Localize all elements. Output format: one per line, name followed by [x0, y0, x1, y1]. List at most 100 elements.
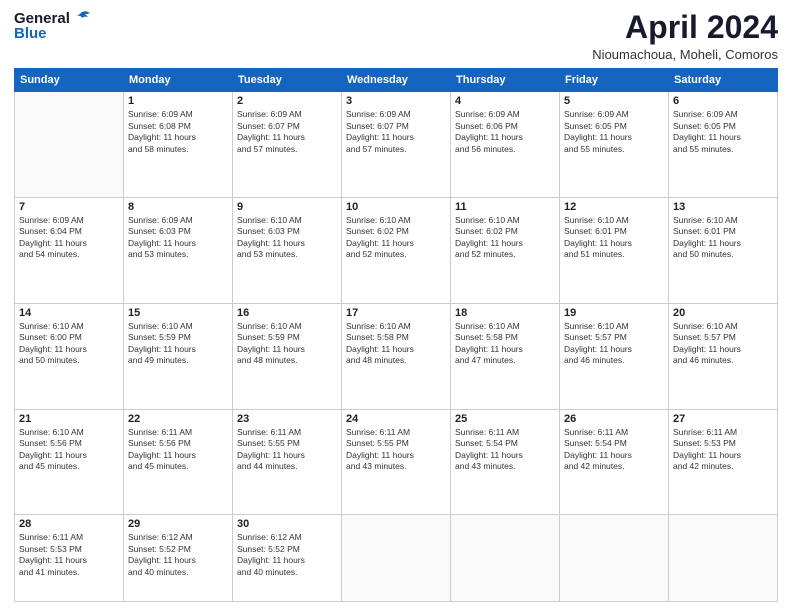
day-number: 22 [128, 413, 228, 425]
day-number: 11 [455, 201, 555, 213]
day-info: Sunrise: 6:12 AMSunset: 5:52 PMDaylight:… [237, 532, 337, 578]
day-info: Sunrise: 6:10 AMSunset: 6:02 PMDaylight:… [346, 215, 446, 261]
table-row [15, 92, 124, 198]
day-info: Sunrise: 6:11 AMSunset: 5:53 PMDaylight:… [673, 427, 773, 473]
table-row: 17 Sunrise: 6:10 AMSunset: 5:58 PMDayligh… [342, 303, 451, 409]
calendar-page: General Blue April 2024 Nioumachoua, Moh… [0, 0, 792, 612]
day-info: Sunrise: 6:09 AMSunset: 6:04 PMDaylight:… [19, 215, 119, 261]
table-row: 30 Sunrise: 6:12 AMSunset: 5:52 PMDayligh… [233, 515, 342, 602]
table-row: 4 Sunrise: 6:09 AMSunset: 6:06 PMDaylight… [451, 92, 560, 198]
header-monday: Monday [124, 69, 233, 92]
calendar-week-row: 14 Sunrise: 6:10 AMSunset: 6:00 PMDayligh… [15, 303, 778, 409]
day-number: 24 [346, 413, 446, 425]
day-info: Sunrise: 6:10 AMSunset: 6:03 PMDaylight:… [237, 215, 337, 261]
table-row: 6Sunrise: 6:09 AMSunset: 6:05 PMDaylight… [669, 92, 778, 198]
day-number: 5 [564, 95, 664, 107]
table-row: 10 Sunrise: 6:10 AMSunset: 6:02 PMDayligh… [342, 197, 451, 303]
day-number: 10 [346, 201, 446, 213]
day-info: Sunrise: 6:12 AMSunset: 5:52 PMDaylight:… [128, 532, 228, 578]
day-info: Sunrise: 6:11 AMSunset: 5:54 PMDaylight:… [564, 427, 664, 473]
header-friday: Friday [560, 69, 669, 92]
header-thursday: Thursday [451, 69, 560, 92]
table-row: 3Sunrise: 6:09 AMSunset: 6:07 PMDaylight… [342, 92, 451, 198]
day-info: Sunrise: 6:10 AMSunset: 6:01 PMDaylight:… [673, 215, 773, 261]
table-row: 29 Sunrise: 6:12 AMSunset: 5:52 PMDayligh… [124, 515, 233, 602]
logo: General Blue [14, 10, 92, 42]
logo-bird-icon [72, 10, 92, 26]
table-row: 9 Sunrise: 6:10 AMSunset: 6:03 PMDaylight… [233, 197, 342, 303]
table-row: 28 Sunrise: 6:11 AMSunset: 5:53 PMDayligh… [15, 515, 124, 602]
table-row: 11 Sunrise: 6:10 AMSunset: 6:02 PMDayligh… [451, 197, 560, 303]
header-tuesday: Tuesday [233, 69, 342, 92]
table-row: 14 Sunrise: 6:10 AMSunset: 6:00 PMDayligh… [15, 303, 124, 409]
day-number: 3 [346, 95, 446, 107]
day-number: 8 [128, 201, 228, 213]
day-number: 19 [564, 307, 664, 319]
day-info: Sunrise: 6:10 AMSunset: 6:01 PMDaylight:… [564, 215, 664, 261]
day-number: 17 [346, 307, 446, 319]
calendar-week-row: 21Sunrise: 6:10 AMSunset: 5:56 PMDayligh… [15, 409, 778, 515]
day-number: 1 [128, 95, 228, 107]
table-row: 12 Sunrise: 6:10 AMSunset: 6:01 PMDayligh… [560, 197, 669, 303]
calendar-week-row: 28 Sunrise: 6:11 AMSunset: 5:53 PMDayligh… [15, 515, 778, 602]
day-number: 28 [19, 518, 119, 530]
location: Nioumachoua, Moheli, Comoros [592, 47, 778, 62]
day-number: 2 [237, 95, 337, 107]
day-number: 20 [673, 307, 773, 319]
table-row: 26Sunrise: 6:11 AMSunset: 5:54 PMDayligh… [560, 409, 669, 515]
day-number: 21 [19, 413, 119, 425]
month-title: April 2024 [592, 10, 778, 45]
day-info: Sunrise: 6:11 AMSunset: 5:56 PMDaylight:… [128, 427, 228, 473]
calendar-week-row: 7Sunrise: 6:09 AMSunset: 6:04 PMDaylight… [15, 197, 778, 303]
day-info: Sunrise: 6:11 AMSunset: 5:54 PMDaylight:… [455, 427, 555, 473]
table-row [669, 515, 778, 602]
table-row: 13 Sunrise: 6:10 AMSunset: 6:01 PMDayligh… [669, 197, 778, 303]
day-number: 6 [673, 95, 773, 107]
header-sunday: Sunday [15, 69, 124, 92]
day-number: 4 [455, 95, 555, 107]
table-row: 21Sunrise: 6:10 AMSunset: 5:56 PMDayligh… [15, 409, 124, 515]
day-info: Sunrise: 6:10 AMSunset: 5:58 PMDaylight:… [346, 321, 446, 367]
table-row: 25Sunrise: 6:11 AMSunset: 5:54 PMDayligh… [451, 409, 560, 515]
day-number: 9 [237, 201, 337, 213]
header-saturday: Saturday [669, 69, 778, 92]
day-info: Sunrise: 6:11 AMSunset: 5:53 PMDaylight:… [19, 532, 119, 578]
day-number: 23 [237, 413, 337, 425]
day-info: Sunrise: 6:09 AMSunset: 6:07 PMDaylight:… [237, 109, 337, 155]
day-info: Sunrise: 6:09 AMSunset: 6:08 PMDaylight:… [128, 109, 228, 155]
day-number: 13 [673, 201, 773, 213]
table-row [560, 515, 669, 602]
day-info: Sunrise: 6:10 AMSunset: 5:59 PMDaylight:… [128, 321, 228, 367]
day-number: 29 [128, 518, 228, 530]
header: General Blue April 2024 Nioumachoua, Moh… [14, 10, 778, 62]
table-row: 19 Sunrise: 6:10 AMSunset: 5:57 PMDayligh… [560, 303, 669, 409]
day-info: Sunrise: 6:09 AMSunset: 6:06 PMDaylight:… [455, 109, 555, 155]
day-number: 18 [455, 307, 555, 319]
header-wednesday: Wednesday [342, 69, 451, 92]
table-row: 5Sunrise: 6:09 AMSunset: 6:05 PMDaylight… [560, 92, 669, 198]
day-info: Sunrise: 6:09 AMSunset: 6:03 PMDaylight:… [128, 215, 228, 261]
day-number: 30 [237, 518, 337, 530]
table-row: 20 Sunrise: 6:10 AMSunset: 5:57 PMDayligh… [669, 303, 778, 409]
day-number: 14 [19, 307, 119, 319]
table-row: 1 Sunrise: 6:09 AMSunset: 6:08 PMDaylight… [124, 92, 233, 198]
table-row: 18 Sunrise: 6:10 AMSunset: 5:58 PMDayligh… [451, 303, 560, 409]
day-info: Sunrise: 6:10 AMSunset: 5:58 PMDaylight:… [455, 321, 555, 367]
logo-blue-text: Blue [14, 25, 47, 42]
title-block: April 2024 Nioumachoua, Moheli, Comoros [592, 10, 778, 62]
table-row [342, 515, 451, 602]
table-row: 15Sunrise: 6:10 AMSunset: 5:59 PMDayligh… [124, 303, 233, 409]
table-row: 27Sunrise: 6:11 AMSunset: 5:53 PMDayligh… [669, 409, 778, 515]
calendar-week-row: 1 Sunrise: 6:09 AMSunset: 6:08 PMDaylight… [15, 92, 778, 198]
table-row: 2 Sunrise: 6:09 AMSunset: 6:07 PMDaylight… [233, 92, 342, 198]
day-number: 12 [564, 201, 664, 213]
day-info: Sunrise: 6:10 AMSunset: 6:00 PMDaylight:… [19, 321, 119, 367]
day-info: Sunrise: 6:11 AMSunset: 5:55 PMDaylight:… [237, 427, 337, 473]
table-row [451, 515, 560, 602]
day-info: Sunrise: 6:10 AMSunset: 5:57 PMDaylight:… [673, 321, 773, 367]
day-info: Sunrise: 6:11 AMSunset: 5:55 PMDaylight:… [346, 427, 446, 473]
day-info: Sunrise: 6:10 AMSunset: 6:02 PMDaylight:… [455, 215, 555, 261]
day-number: 16 [237, 307, 337, 319]
calendar-table: Sunday Monday Tuesday Wednesday Thursday… [14, 68, 778, 602]
day-info: Sunrise: 6:10 AMSunset: 5:57 PMDaylight:… [564, 321, 664, 367]
